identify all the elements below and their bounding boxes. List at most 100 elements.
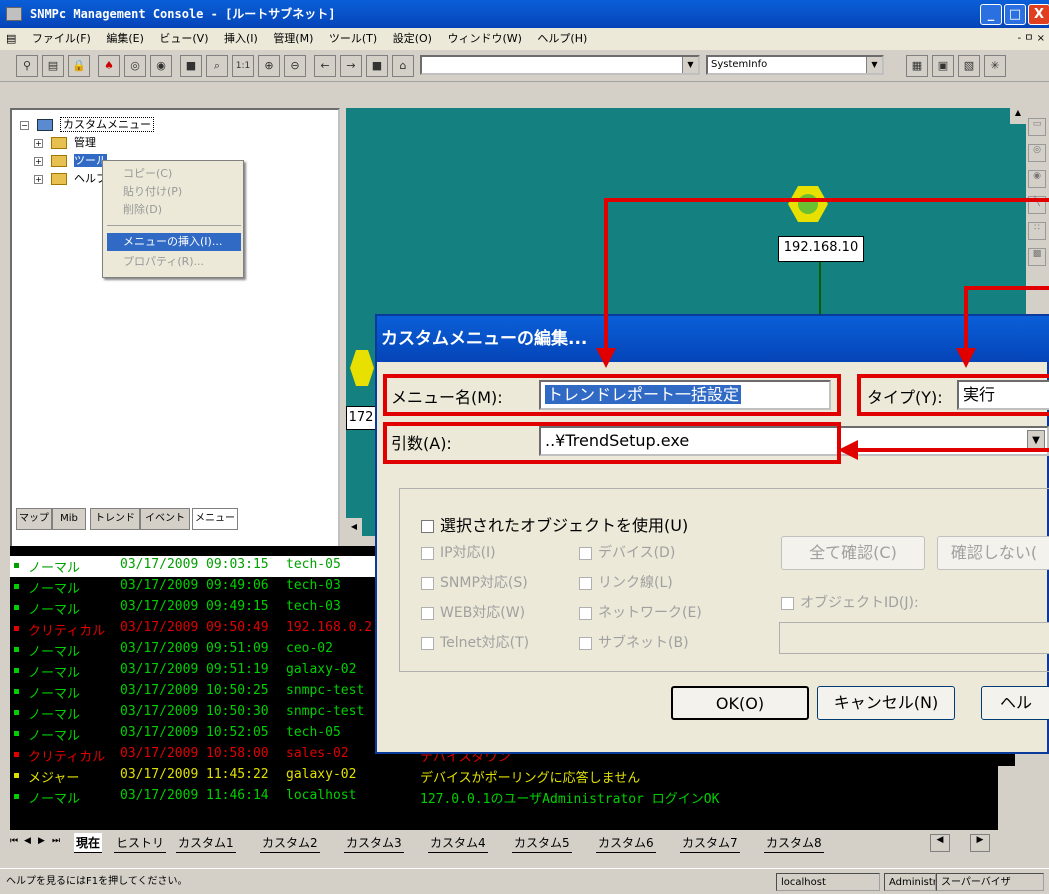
- confirm-all-button[interactable]: 全て確認(C): [781, 536, 925, 570]
- node-label-2[interactable]: 172: [346, 406, 376, 430]
- option-device[interactable]: デバイス(D): [579, 542, 675, 562]
- option-web[interactable]: WEB対応(W): [421, 602, 525, 622]
- address-combo[interactable]: ▼: [420, 55, 700, 75]
- tab-custom-5[interactable]: カスタム5: [512, 833, 572, 853]
- tree-item-tools[interactable]: + ツール: [34, 152, 107, 168]
- zoom-icon[interactable]: ⌕: [206, 55, 228, 77]
- stop2-icon[interactable]: ■: [366, 55, 388, 77]
- object-id-checkbox[interactable]: オブジェクトID(J):: [781, 592, 919, 612]
- tab-menu[interactable]: メニュー: [192, 508, 238, 530]
- ok-button[interactable]: OK(O): [671, 686, 809, 720]
- window-icon[interactable]: ▣: [932, 55, 954, 77]
- node-label-1[interactable]: 192.168.10: [778, 236, 864, 262]
- back-icon[interactable]: ←: [314, 55, 336, 77]
- zoom-in-icon[interactable]: ⊕: [258, 55, 280, 77]
- checkbox-icon[interactable]: [421, 606, 434, 620]
- tree-root[interactable]: − カスタムメニュー: [20, 116, 154, 132]
- option-ip[interactable]: IP対応(I): [421, 542, 496, 562]
- tree-item-help[interactable]: + ヘルプ: [34, 170, 107, 186]
- confirm-none-button[interactable]: 確認しない(: [937, 536, 1049, 570]
- help-button[interactable]: ヘル: [981, 686, 1049, 720]
- tile-icon[interactable]: ▧: [958, 55, 980, 77]
- select-icon[interactable]: ▭: [1028, 118, 1046, 136]
- nav-next-icon[interactable]: ▶: [38, 836, 45, 846]
- tab-history[interactable]: ヒストリ: [114, 833, 167, 853]
- menu-file[interactable]: ファイル(F): [26, 28, 97, 50]
- tab-custom-1[interactable]: カスタム1: [176, 833, 236, 853]
- maximize-button[interactable]: □: [1004, 4, 1026, 25]
- chevron-down-icon[interactable]: ▼: [866, 57, 882, 73]
- ctx-delete[interactable]: 削除(D): [107, 201, 241, 219]
- nav-prev-icon[interactable]: ◀: [24, 836, 31, 846]
- close-button[interactable]: X: [1028, 4, 1049, 25]
- tab-custom-8[interactable]: カスタム8: [764, 833, 824, 853]
- object-id-field[interactable]: [779, 622, 1049, 654]
- expand-icon[interactable]: +: [34, 174, 43, 184]
- ctx-properties[interactable]: プロパティ(R)...: [107, 253, 241, 271]
- tab-custom-3[interactable]: カスタム3: [344, 833, 404, 853]
- device-node-icon[interactable]: [350, 350, 374, 386]
- tab-mib[interactable]: Mib: [52, 508, 86, 530]
- menu-manage[interactable]: 管理(M): [267, 28, 319, 50]
- tab-custom-2[interactable]: カスタム2: [260, 833, 320, 853]
- bus-icon[interactable]: ∷: [1028, 222, 1046, 240]
- menu-view[interactable]: ビュー(V): [153, 28, 214, 50]
- star-icon[interactable]: ✳: [984, 55, 1006, 77]
- stop-icon[interactable]: ■: [180, 55, 202, 77]
- nav-last-icon[interactable]: ⏭: [52, 836, 60, 846]
- map-scroll-left-icon[interactable]: ◀: [346, 518, 362, 536]
- table-row[interactable]: メジャー 03/17/2009 11:45:22 galaxy-02 デバイスがポーリン…: [10, 766, 1015, 787]
- binoculars-icon[interactable]: ⚲: [16, 55, 38, 77]
- menu-window[interactable]: ウィンドウ(W): [441, 28, 527, 50]
- option-network[interactable]: ネットワーク(E): [579, 602, 702, 622]
- checkbox-icon[interactable]: [579, 576, 592, 590]
- home-icon[interactable]: ⌂: [392, 55, 414, 77]
- subnet-icon[interactable]: ▩: [1028, 248, 1046, 266]
- nav-first-icon[interactable]: ⏮: [10, 836, 18, 846]
- chevron-down-icon[interactable]: ▼: [682, 57, 698, 73]
- checkbox-icon[interactable]: [579, 546, 592, 560]
- use-selected-checkbox[interactable]: 選択されたオブジェクトを使用(U): [421, 512, 688, 536]
- checkbox-icon[interactable]: [421, 520, 434, 533]
- checkbox-icon[interactable]: [579, 636, 592, 650]
- log-scrollbar[interactable]: [998, 766, 1015, 830]
- map-scroll-up-icon[interactable]: ▲: [1010, 108, 1026, 124]
- network-icon[interactable]: ◉: [1028, 170, 1046, 188]
- zoom-actual-icon[interactable]: 1:1: [232, 55, 254, 77]
- alarm-icon[interactable]: ♠: [98, 55, 120, 77]
- option-subnet[interactable]: サブネット(B): [579, 632, 689, 652]
- cancel-button[interactable]: キャンセル(N): [817, 686, 955, 720]
- checkbox-icon[interactable]: [421, 546, 434, 560]
- tab-trend[interactable]: トレンド: [90, 508, 140, 530]
- tab-custom-4[interactable]: カスタム4: [428, 833, 488, 853]
- ctx-paste[interactable]: 貼り付け(P): [107, 183, 241, 201]
- menu-help[interactable]: ヘルプ(H): [531, 28, 593, 50]
- menu-insert[interactable]: 挿入(I): [218, 28, 264, 50]
- ctx-insert-menu[interactable]: メニューの挿入(I)...: [107, 233, 241, 251]
- ctx-copy[interactable]: コピー(C): [107, 165, 241, 183]
- device-icon[interactable]: ◎: [1028, 144, 1046, 162]
- checkbox-icon[interactable]: [421, 576, 434, 590]
- mdi-controls[interactable]: - ㅁ ×: [1017, 28, 1045, 50]
- menu-tools[interactable]: ツール(T): [323, 28, 383, 50]
- map-icon[interactable]: ◎: [124, 55, 146, 77]
- grid-icon[interactable]: ▦: [906, 55, 928, 77]
- option-snmp[interactable]: SNMP対応(S): [421, 572, 528, 592]
- tab-event[interactable]: イベント: [140, 508, 190, 530]
- hscroll-right-icon[interactable]: ▶: [970, 834, 990, 852]
- minimize-button[interactable]: _: [980, 4, 1002, 25]
- checkbox-icon[interactable]: [579, 606, 592, 620]
- zoom-out-icon[interactable]: ⊖: [284, 55, 306, 77]
- open-icon[interactable]: ▤: [42, 55, 64, 77]
- table-row[interactable]: ノーマル 03/17/2009 11:46:14 localhost 127.0.0.1…: [10, 787, 1015, 808]
- tree-item-manage[interactable]: + 管理: [34, 134, 96, 150]
- option-telnet[interactable]: Telnet対応(T): [421, 632, 529, 652]
- checkbox-icon[interactable]: [781, 596, 794, 610]
- collapse-icon[interactable]: −: [20, 120, 29, 130]
- tab-current[interactable]: 現在: [74, 833, 103, 853]
- expand-icon[interactable]: +: [34, 156, 43, 166]
- menu-edit[interactable]: 編集(E): [100, 28, 150, 50]
- lock-icon[interactable]: 🔒: [68, 55, 90, 77]
- option-link[interactable]: リンク線(L): [579, 572, 673, 592]
- hscroll-left-icon[interactable]: ◀: [930, 834, 950, 852]
